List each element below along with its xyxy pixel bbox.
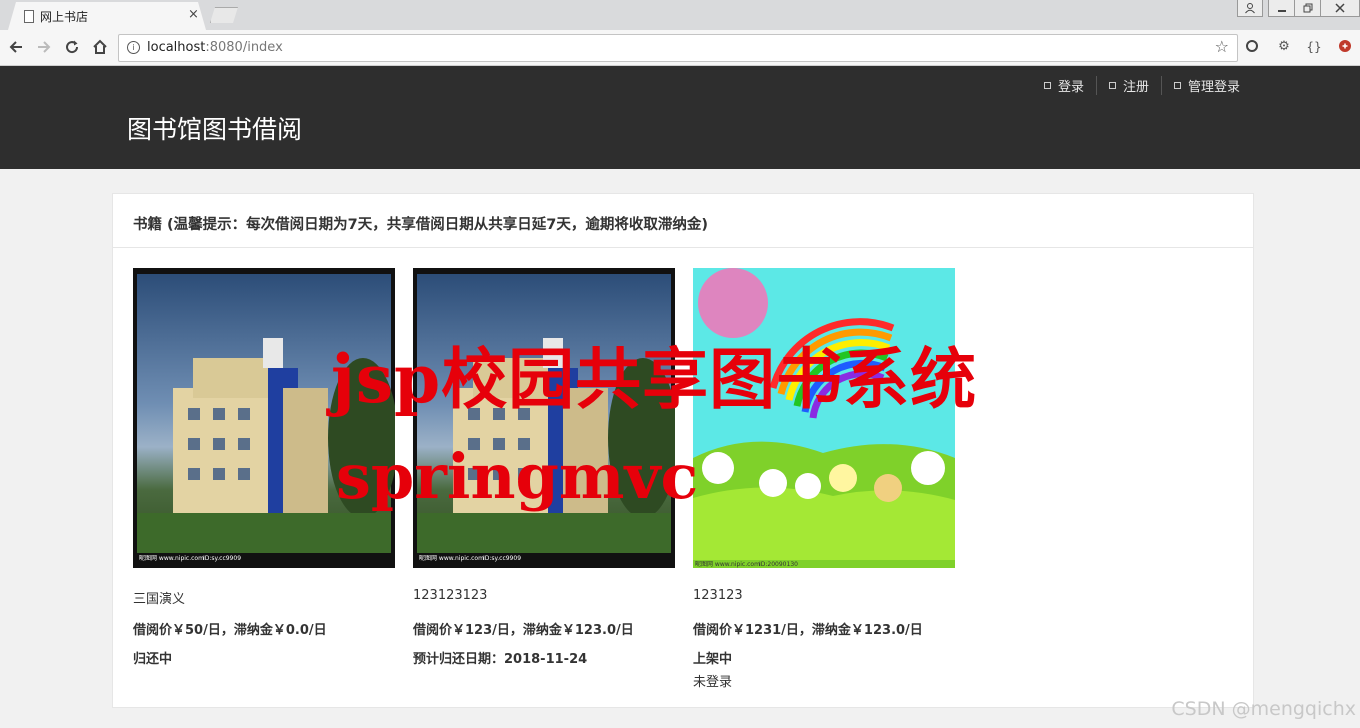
site-title: 图书馆图书借阅	[127, 115, 303, 144]
cover-caption: 昵图网 www.nipic.com	[695, 561, 760, 568]
bookmark-star-icon[interactable]: ☆	[1215, 37, 1229, 56]
admin-icon	[1173, 82, 1181, 89]
browser-toolbar: i localhost:8080/index ☆ ⚙ {}	[0, 30, 1360, 66]
tab-close-icon[interactable]: ×	[188, 7, 199, 22]
extension-ring-icon[interactable]	[1244, 39, 1260, 55]
watermark-title: jsp校园共享图书系统	[331, 340, 978, 418]
cover-caption: 昵图网 www.nipic.com	[139, 555, 204, 562]
admin-login-link[interactable]: 管理登录	[1160, 76, 1252, 95]
book-status: 预计归还日期：2018-11-24	[413, 652, 588, 667]
site-info-icon[interactable]: i	[127, 41, 140, 54]
watermark-subtitle: springmvc	[336, 440, 699, 513]
address-bar[interactable]: i localhost:8080/index ☆	[118, 34, 1238, 62]
tab-title: 网上书店	[40, 10, 89, 24]
book-title[interactable]: 123123	[693, 588, 955, 606]
restore-icon[interactable]	[1294, 0, 1322, 17]
url-text: localhost:8080/index	[147, 40, 283, 55]
extension-braces-icon[interactable]: {}	[1306, 39, 1322, 55]
new-tab-button[interactable]	[210, 7, 238, 23]
browser-tab[interactable]: 网上书店 ×	[8, 2, 206, 30]
book-price: 借阅价￥1231/日，滞纳金￥123.0/日	[693, 623, 923, 638]
register-icon	[1108, 82, 1116, 89]
reload-icon[interactable]	[60, 35, 84, 59]
top-nav: 登录 注册 管理登录	[1032, 76, 1252, 95]
csdn-watermark: CSDN @mengqichx	[1171, 698, 1356, 720]
book-status: 上架中	[693, 652, 733, 667]
book-title[interactable]: 三国演义	[133, 588, 395, 607]
close-window-icon[interactable]	[1320, 0, 1360, 17]
browser-tab-strip: 网上书店 ×	[0, 0, 1360, 30]
cover-caption: 昵图网 www.nipic.com	[419, 555, 484, 562]
login-link[interactable]: 登录	[1032, 76, 1096, 95]
register-link[interactable]: 注册	[1095, 76, 1161, 95]
book-price: 借阅价￥123/日，滞纳金￥123.0/日	[413, 623, 634, 638]
back-arrow-icon[interactable]	[4, 35, 28, 59]
forward-arrow-icon[interactable]	[32, 35, 56, 59]
site-header: 登录 注册 管理登录 图书馆图书借阅	[0, 66, 1360, 169]
panel-title: 书籍 (温馨提示：每次借阅日期为7天，共享借阅日期从共享日延7天，逾期将收取滞纳…	[133, 217, 708, 233]
minimize-icon[interactable]	[1268, 0, 1296, 17]
profile-icon[interactable]	[1237, 0, 1263, 17]
extension-gear-icon[interactable]: ⚙	[1276, 39, 1292, 55]
cover-id: ID:20090130	[759, 561, 798, 568]
book-status: 归还中	[133, 652, 173, 667]
login-state: 未登录	[693, 675, 733, 690]
panel-header: 书籍 (温馨提示：每次借阅日期为7天，共享借阅日期从共享日延7天，逾期将收取滞纳…	[113, 194, 1253, 248]
book-price: 借阅价￥50/日，滞纳金￥0.0/日	[133, 623, 327, 638]
extension-red-icon[interactable]	[1337, 39, 1353, 55]
page-icon	[24, 10, 34, 23]
user-icon	[1043, 82, 1051, 89]
cover-id: ID:sy.cc9909	[203, 555, 241, 562]
book-title[interactable]: 123123123	[413, 588, 675, 606]
cover-id: ID:sy.cc9909	[483, 555, 521, 562]
home-icon[interactable]	[88, 35, 112, 59]
